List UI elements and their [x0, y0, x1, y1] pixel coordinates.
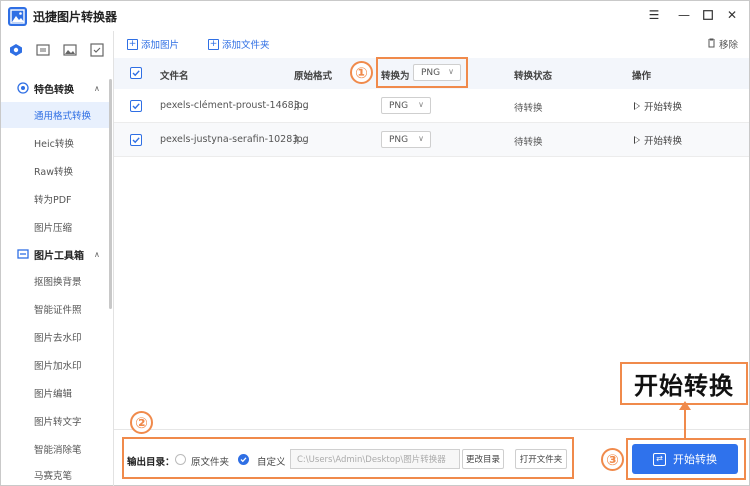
add-folder-label: 添加文件夹	[222, 40, 270, 51]
row-checkbox[interactable]	[130, 134, 142, 146]
sidebar-item-heic[interactable]: Heic转换	[1, 130, 109, 156]
minimize-icon[interactable]: —	[673, 5, 695, 25]
row-format-value: PNG	[389, 100, 409, 111]
feature-icon-strip	[1, 36, 113, 66]
play-icon	[634, 102, 640, 110]
sidebar-item-general-format[interactable]: 通用格式转换	[1, 102, 109, 128]
sidebar-scrollbar[interactable]	[109, 79, 112, 309]
sidebar-item-eraser[interactable]: 智能消除笔	[1, 436, 109, 462]
row-start-label: 开始转换	[644, 102, 683, 113]
row-format-select[interactable]: PNG ∨	[381, 131, 431, 148]
remove-label: 移除	[719, 40, 739, 51]
header-action: 操作	[632, 71, 652, 82]
sidebar-item-add-watermark[interactable]: 图片加水印	[1, 352, 109, 378]
row-start-label: 开始转换	[644, 136, 683, 147]
chevron-up-icon: ∧	[94, 249, 100, 259]
row-checkbox[interactable]	[130, 100, 142, 112]
sidebar-item-id-photo[interactable]: 智能证件照	[1, 296, 109, 322]
convert-icon[interactable]	[36, 43, 50, 57]
row-status: 待转换	[514, 137, 543, 148]
row-start-button[interactable]: 开始转换	[634, 99, 682, 113]
remove-button[interactable]: 移除	[707, 37, 738, 51]
annotation-step-3: ③	[601, 448, 624, 471]
annotation-step-1: ①	[350, 61, 373, 84]
sidebar-item-remove-bg[interactable]: 抠图换背景	[1, 268, 109, 294]
chevron-down-icon: ∨	[418, 100, 424, 109]
annotation-box-start	[626, 438, 746, 480]
plus-icon: +	[208, 38, 219, 50]
close-icon[interactable]: ✕	[721, 5, 743, 25]
sidebar-item-to-pdf[interactable]: 转为PDF	[1, 186, 109, 212]
app-title: 迅捷图片转换器	[33, 10, 118, 24]
sidebar-group-label: 特色转换	[34, 84, 74, 96]
annotation-arrow-head	[679, 401, 691, 410]
menu-icon[interactable]: ☰	[643, 5, 665, 25]
table-row: pexels-justyna-serafin-10283... jpg PNG …	[114, 123, 749, 157]
sidebar-item-edit[interactable]: 图片编辑	[1, 380, 109, 406]
row-filename: pexels-clément-proust-14683...	[160, 100, 309, 111]
header-status: 转换状态	[514, 71, 553, 82]
row-start-button[interactable]: 开始转换	[634, 133, 682, 147]
select-all-checkbox[interactable]	[130, 67, 142, 79]
header-filename: 文件名	[160, 71, 189, 82]
add-image-label: 添加图片	[141, 40, 180, 51]
plus-icon: +	[127, 38, 138, 50]
play-icon	[634, 136, 640, 144]
table-row: pexels-clément-proust-14683... jpg PNG ∨…	[114, 89, 749, 123]
add-image-button[interactable]: + 添加图片	[127, 37, 179, 51]
star-icon	[17, 82, 29, 94]
sidebar: 特色转换 ∧ 通用格式转换 Heic转换 Raw转换 转为PDF 图片压缩 图片…	[1, 71, 113, 485]
image-icon[interactable]	[63, 43, 77, 57]
app-window: 迅捷图片转换器 ☰ — ✕ 特色转换 ∧ 通用格式转换 Heic转换 Raw转换…	[0, 0, 750, 486]
sidebar-item-compress[interactable]: 图片压缩	[1, 214, 109, 240]
annotation-box-format	[376, 57, 468, 88]
annotation-step-2: ②	[130, 411, 153, 434]
annotation-box-output	[122, 437, 574, 479]
header-original-format: 原始格式	[294, 71, 333, 82]
sidebar-item-raw[interactable]: Raw转换	[1, 158, 109, 184]
row-filename: pexels-justyna-serafin-10283...	[160, 134, 308, 145]
trash-icon	[707, 38, 716, 51]
row-format-select[interactable]: PNG ∨	[381, 97, 431, 114]
row-format: jpg	[294, 134, 309, 145]
sidebar-item-ocr[interactable]: 图片转文字	[1, 408, 109, 434]
sidebar-item-mosaic[interactable]: 马赛克笔	[1, 462, 109, 486]
annotation-callout: 开始转换	[620, 362, 748, 405]
tools-icon[interactable]	[90, 43, 104, 57]
sidebar-group-special[interactable]: 特色转换 ∧	[1, 75, 109, 101]
title-bar: 迅捷图片转换器 ☰ — ✕	[1, 1, 749, 31]
chevron-down-icon: ∨	[418, 134, 424, 143]
home-icon[interactable]	[9, 43, 23, 57]
app-logo-icon	[8, 7, 27, 26]
add-folder-button[interactable]: + 添加文件夹	[208, 37, 270, 51]
bottom-divider	[114, 429, 749, 430]
sidebar-group-label: 图片工具箱	[34, 250, 84, 262]
row-format-value: PNG	[389, 134, 409, 145]
chevron-up-icon: ∧	[94, 83, 100, 93]
sidebar-item-remove-watermark[interactable]: 图片去水印	[1, 324, 109, 350]
row-format: jpg	[294, 100, 309, 111]
maximize-icon[interactable]	[697, 5, 719, 25]
row-status: 待转换	[514, 103, 543, 114]
toolbox-icon	[17, 248, 29, 260]
sidebar-group-toolbox[interactable]: 图片工具箱 ∧	[1, 241, 109, 267]
